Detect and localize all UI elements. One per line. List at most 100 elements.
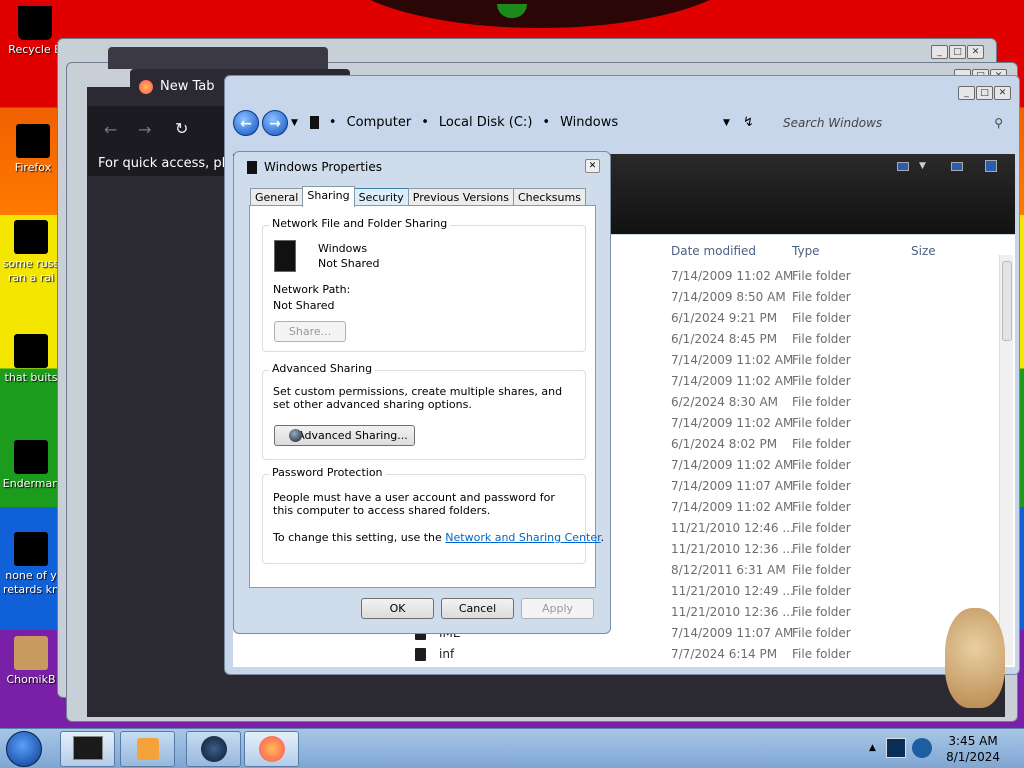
search-input[interactable]: Search Windows ⚲: [773, 112, 1009, 134]
advanced-description: Set custom permissions, create multiple …: [273, 385, 563, 411]
file-type: File folder: [792, 395, 851, 409]
file-date: 7/14/2009 11:07 AM: [671, 626, 794, 640]
firefox-page: [88, 176, 228, 716]
file-type: File folder: [792, 332, 851, 346]
ok-button[interactable]: OK: [361, 598, 434, 619]
file-date: 7/14/2009 11:07 AM: [671, 479, 794, 493]
desktop-icon-hamster[interactable]: ChomikB: [0, 636, 62, 687]
file-type: File folder: [792, 584, 851, 598]
taskbar-item-app[interactable]: [186, 731, 241, 767]
apply-button[interactable]: Apply: [521, 598, 594, 619]
file-date: 7/14/2009 11:02 AM: [671, 374, 794, 388]
cancel-button[interactable]: Cancel: [441, 598, 514, 619]
file-date: 7/14/2009 11:02 AM: [671, 458, 794, 472]
folder-icon: [73, 736, 103, 760]
breadcrumb-separator-icon: •: [542, 115, 551, 130]
network-sharing-center-link[interactable]: Network and Sharing Center: [445, 531, 600, 544]
hamster-icon: [14, 636, 48, 670]
column-header-date[interactable]: Date modified: [671, 241, 756, 261]
network-icon[interactable]: [886, 738, 906, 758]
table-row[interactable]: inf 7/7/2024 6:14 PM File folder: [233, 644, 1003, 665]
file-icon: [14, 220, 48, 254]
desktop-icon-file[interactable]: some russ ran a rai: [0, 220, 62, 285]
forward-icon[interactable]: →: [138, 120, 151, 139]
back-icon[interactable]: ←: [104, 120, 117, 139]
firefox-icon: [259, 736, 285, 762]
tab-sharing[interactable]: Sharing: [302, 186, 355, 207]
clock[interactable]: 3:45 AM 8/1/2024: [946, 733, 1000, 765]
history-dropdown-icon[interactable]: ▼: [291, 118, 298, 128]
file-date: 6/2/2024 8:30 AM: [671, 395, 779, 409]
browser-tab-strip: [108, 47, 328, 69]
file-type: File folder: [792, 605, 851, 619]
file-type: File folder: [792, 269, 851, 283]
close-icon[interactable]: ✕: [967, 45, 984, 59]
network-path-label: Network Path:: [273, 283, 351, 296]
breadcrumb-separator-icon: •: [421, 115, 429, 130]
breadcrumb-local-disk[interactable]: Local Disk (C:): [439, 115, 532, 130]
breadcrumb-computer[interactable]: Computer: [347, 115, 412, 130]
close-icon[interactable]: ✕: [585, 159, 600, 173]
folder-icon: [415, 648, 426, 661]
back-button[interactable]: ←: [233, 109, 259, 136]
help-icon[interactable]: [985, 160, 997, 172]
file-date: 7/14/2009 11:02 AM: [671, 353, 794, 367]
file-date: 11/21/2010 12:36 ...: [671, 542, 794, 556]
address-dropdown-icon[interactable]: ▼: [723, 118, 730, 128]
properties-dialog[interactable]: Windows Properties ✕ General Sharing Sec…: [233, 151, 611, 634]
group-title: Password Protection: [269, 466, 386, 479]
views-dropdown-icon[interactable]: ▼: [919, 161, 926, 171]
minimize-icon[interactable]: _: [931, 45, 948, 59]
file-icon: [14, 532, 48, 566]
preview-pane-icon[interactable]: [951, 162, 963, 171]
scrollbar-thumb[interactable]: [1002, 261, 1012, 341]
search-icon[interactable]: ⚲: [994, 112, 1003, 134]
system-tray: [880, 734, 938, 764]
file-date: 11/21/2010 12:36 ...: [671, 605, 794, 619]
file-type: File folder: [792, 542, 851, 556]
file-date: 8/12/2011 6:31 AM: [671, 563, 786, 577]
advanced-sharing-group: Advanced Sharing Set custom permissions,…: [262, 362, 586, 460]
desktop-icon-file[interactable]: none of y retards kn: [0, 532, 62, 597]
advanced-sharing-button[interactable]: Advanced Sharing...: [274, 425, 415, 446]
desktop-icon-file[interactable]: Enderman: [0, 440, 62, 491]
file-type: File folder: [792, 353, 851, 367]
file-date: 6/1/2024 8:02 PM: [671, 437, 778, 451]
reload-icon[interactable]: ↻: [175, 119, 188, 138]
password-link-prefix: To change this setting, use the: [273, 531, 446, 544]
taskbar-item-firefox[interactable]: [244, 731, 299, 767]
taskbar-item-explorer[interactable]: [60, 731, 115, 767]
breadcrumb-windows[interactable]: Windows: [560, 115, 618, 130]
refresh-icon[interactable]: ↯: [743, 115, 754, 130]
column-header-type[interactable]: Type: [792, 241, 820, 261]
vertical-scrollbar[interactable]: [999, 255, 1013, 665]
recycle-bin-icon: [18, 6, 52, 40]
file-type: File folder: [792, 290, 851, 304]
password-change-text: To change this setting, use the Network …: [273, 531, 604, 544]
tab-title: New Tab: [160, 79, 215, 94]
tray-expand-icon[interactable]: ▲: [869, 743, 876, 753]
views-icon[interactable]: [897, 162, 909, 171]
clock-date: 8/1/2024: [946, 750, 1000, 764]
tray-app-icon[interactable]: [912, 738, 932, 758]
file-name: inf: [439, 647, 455, 661]
share-button[interactable]: Share...: [274, 321, 346, 342]
firefox-icon: [139, 80, 153, 94]
file-type: File folder: [792, 479, 851, 493]
desktop-icon-firefox[interactable]: Firefox: [2, 124, 64, 175]
start-button[interactable]: [6, 731, 42, 767]
window-caption-buttons: _□✕: [958, 86, 1011, 100]
maximize-icon[interactable]: □: [976, 86, 993, 100]
maximize-icon[interactable]: □: [949, 45, 966, 59]
file-type: File folder: [792, 563, 851, 577]
taskbar-item-media-player[interactable]: [120, 731, 175, 767]
forward-button[interactable]: →: [262, 109, 288, 136]
column-header-size[interactable]: Size: [911, 241, 936, 261]
folder-icon: [274, 240, 296, 272]
desktop-icon-file[interactable]: that buits: [0, 334, 62, 385]
advanced-sharing-label: Advanced Sharing...: [297, 429, 408, 442]
taskbar: ▲ 3:45 AM 8/1/2024: [0, 728, 1024, 768]
minimize-icon[interactable]: _: [958, 86, 975, 100]
breadcrumb-separator-icon: •: [328, 115, 337, 130]
close-icon[interactable]: ✕: [994, 86, 1011, 100]
